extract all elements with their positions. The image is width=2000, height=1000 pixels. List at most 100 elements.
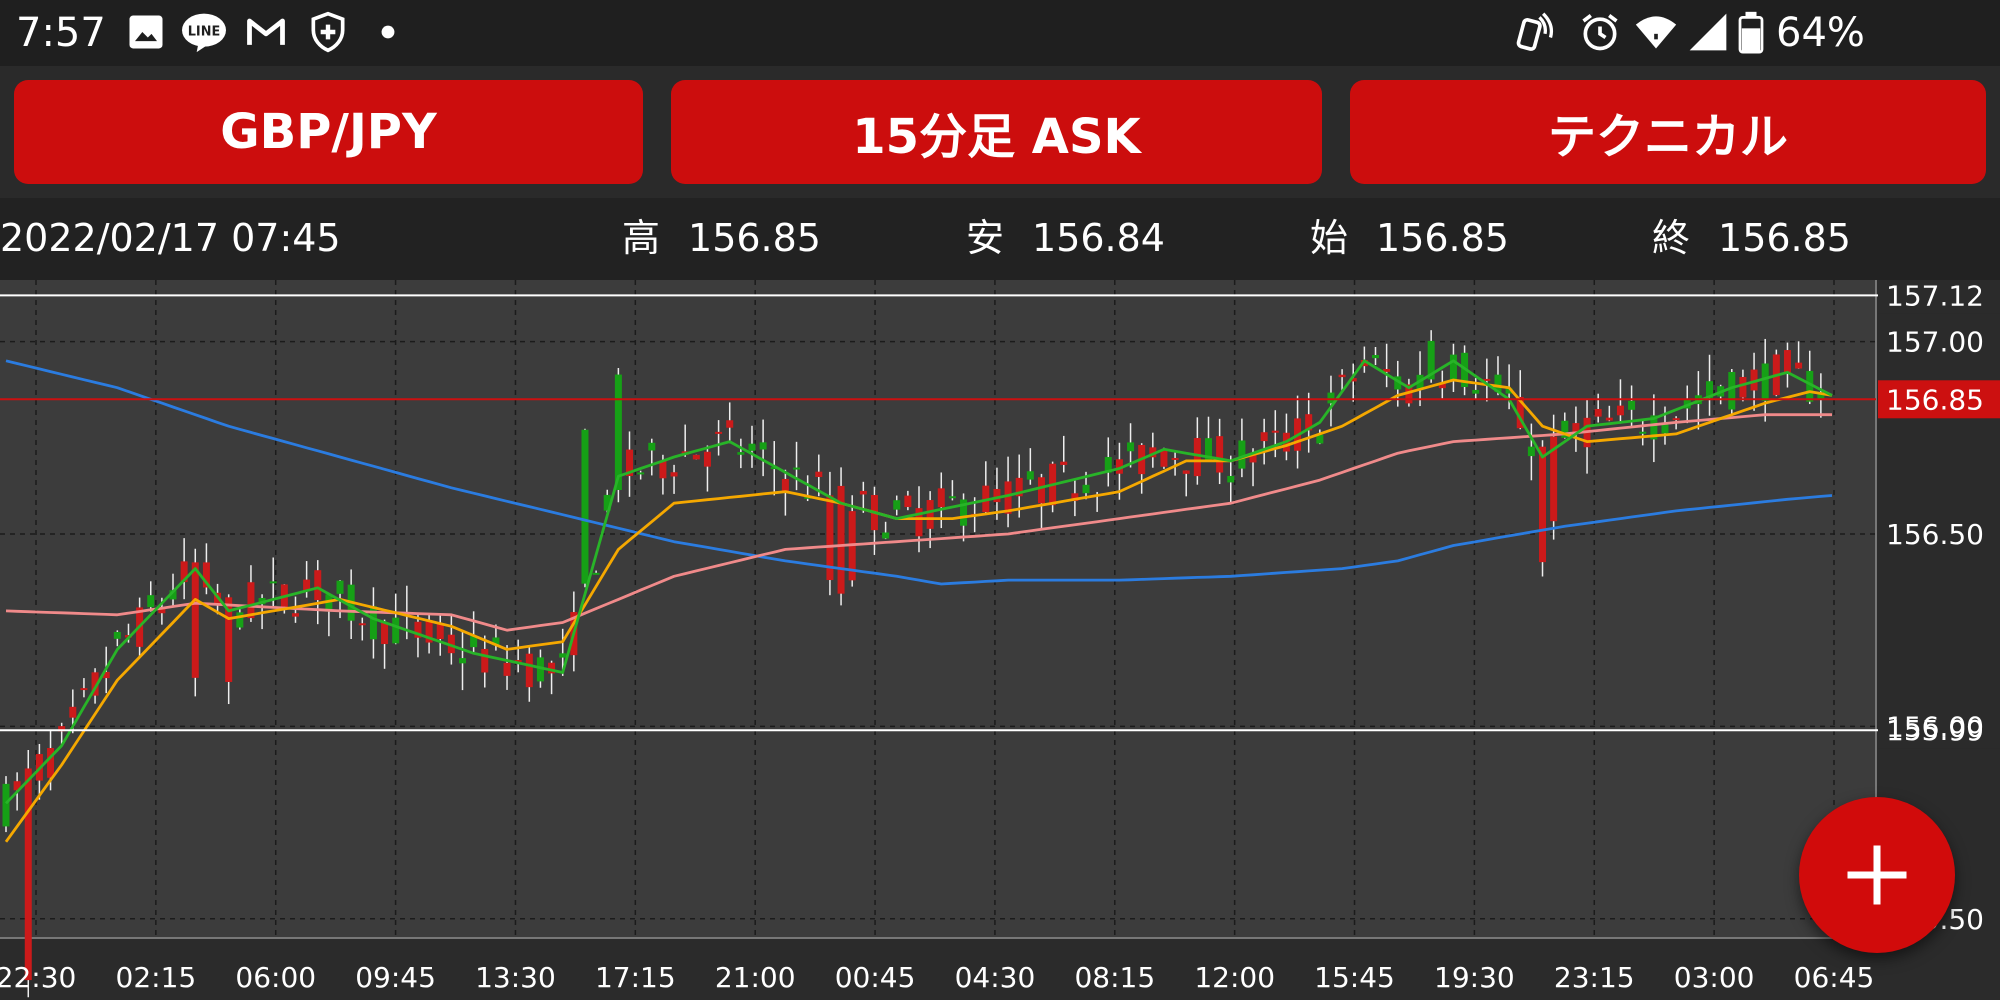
low-value: 156.84 <box>1032 216 1165 260</box>
candle-down <box>525 653 533 688</box>
candle-down <box>1216 436 1224 473</box>
candle-up <box>1761 363 1769 401</box>
candle-down <box>1260 432 1268 442</box>
line-app-icon: LINE <box>182 13 226 53</box>
candle-down <box>436 623 444 639</box>
candle-down <box>1271 430 1279 433</box>
candle-down <box>47 748 55 778</box>
candle-up <box>147 595 155 608</box>
candle-down <box>1783 350 1791 374</box>
high-info: 高 156.85 <box>622 212 821 264</box>
high-label: 高 <box>622 216 661 260</box>
candle-up <box>559 653 567 658</box>
candle-down <box>1539 446 1547 563</box>
toolbar: GBP/JPY 15分足 ASK テクニカル <box>0 66 2000 198</box>
candle-down <box>1037 477 1045 504</box>
x-tick-label: 04:30 <box>955 961 1036 994</box>
close-label: 終 <box>1652 216 1691 260</box>
candle-up <box>1449 354 1457 380</box>
candle-down <box>859 490 867 495</box>
low-label: 安 <box>966 216 1005 260</box>
y-tick-label: 156.50 <box>1886 518 1984 551</box>
candle-datetime: 2022/02/17 07:45 <box>0 216 341 260</box>
wifi-icon <box>1635 16 1677 49</box>
candle-down <box>1182 470 1190 474</box>
candle-up <box>592 572 600 575</box>
candle-down <box>1672 418 1680 421</box>
open-label: 始 <box>1310 216 1349 260</box>
candle-down <box>726 420 734 428</box>
candle-up <box>1639 431 1647 434</box>
candle-down <box>1060 461 1068 465</box>
candle-up <box>1026 471 1034 480</box>
y-tick-label: 156.00 <box>1886 710 1984 743</box>
currency-pair-button[interactable]: GBP/JPY <box>14 80 643 184</box>
x-tick-label: 22:30 <box>0 961 76 994</box>
candle-down <box>80 688 88 691</box>
current-price-label: 156.85 <box>1886 383 1984 416</box>
candle-up <box>1628 400 1636 410</box>
timeframe-button[interactable]: 15分足 ASK <box>671 80 1322 184</box>
candle-up <box>793 467 801 470</box>
candle-up <box>236 612 244 628</box>
candle-up <box>648 442 656 451</box>
image-icon <box>129 15 163 49</box>
x-tick-label: 15:45 <box>1314 961 1395 994</box>
candle-down <box>993 488 1001 503</box>
candle-down <box>1795 362 1803 369</box>
x-tick-label: 19:30 <box>1434 961 1515 994</box>
candle-down <box>358 623 366 626</box>
candle-down <box>247 582 255 619</box>
candle-up <box>459 658 466 664</box>
x-tick-label: 03:00 <box>1674 961 1755 994</box>
status-time: 7:57 <box>16 10 106 56</box>
chart-canvas[interactable]: 157.12155.99156.85 157.00156.50156.00155… <box>0 280 2000 1000</box>
candle-down <box>937 488 945 508</box>
candle-down <box>69 706 77 718</box>
candle-up <box>336 580 344 594</box>
x-tick-label: 13:30 <box>475 961 556 994</box>
candle-up <box>637 472 645 475</box>
candle-up <box>1472 389 1480 394</box>
candle-down <box>781 478 789 492</box>
candle-up <box>1728 372 1736 410</box>
candle-up <box>882 532 890 539</box>
alarm-icon <box>1582 14 1618 51</box>
candle-down <box>191 562 199 678</box>
candle-up <box>113 631 121 639</box>
candle-down <box>1616 405 1624 416</box>
candle-up <box>759 442 767 450</box>
y-tick-label: 157.00 <box>1886 326 1984 359</box>
candle-up <box>737 452 745 455</box>
status-bar: 7:57 LINE 64% <box>0 0 2000 66</box>
candle-down <box>926 500 934 529</box>
candle-down <box>904 495 912 508</box>
x-tick-label: 02:15 <box>116 961 197 994</box>
x-tick-label: 06:00 <box>235 961 316 994</box>
candle-down <box>503 662 511 676</box>
candle-down <box>1739 376 1747 398</box>
x-tick-label: 21:00 <box>715 961 796 994</box>
close-value: 156.85 <box>1718 216 1851 260</box>
candle-down <box>1338 374 1346 378</box>
candle-down <box>1193 438 1201 477</box>
candle-up <box>1372 354 1379 359</box>
x-tick-label: 17:15 <box>595 961 676 994</box>
candle-down <box>314 570 322 601</box>
plus-icon <box>1847 845 1907 905</box>
add-fab-button[interactable] <box>1799 797 1955 953</box>
technical-button[interactable]: テクニカル <box>1350 80 1986 184</box>
price-chart[interactable]: 157.12155.99156.85 157.00156.50156.00155… <box>0 280 2000 1000</box>
x-tick-label: 06:45 <box>1794 961 1875 994</box>
x-tick-label: 23:15 <box>1554 961 1635 994</box>
candle-up <box>1238 440 1246 469</box>
ohlc-info-row: 2022/02/17 07:45 高 156.85 安 156.84 始 156.85… <box>0 198 2000 280</box>
gmail-icon <box>247 18 285 45</box>
candle-up <box>614 374 622 490</box>
high-value: 156.85 <box>688 216 821 260</box>
battery-percent: 64% <box>1776 10 1865 56</box>
signal-icon <box>1689 13 1727 51</box>
open-info: 始 156.85 <box>1310 212 1509 264</box>
candle-up <box>581 429 589 584</box>
candle-up <box>893 500 901 510</box>
